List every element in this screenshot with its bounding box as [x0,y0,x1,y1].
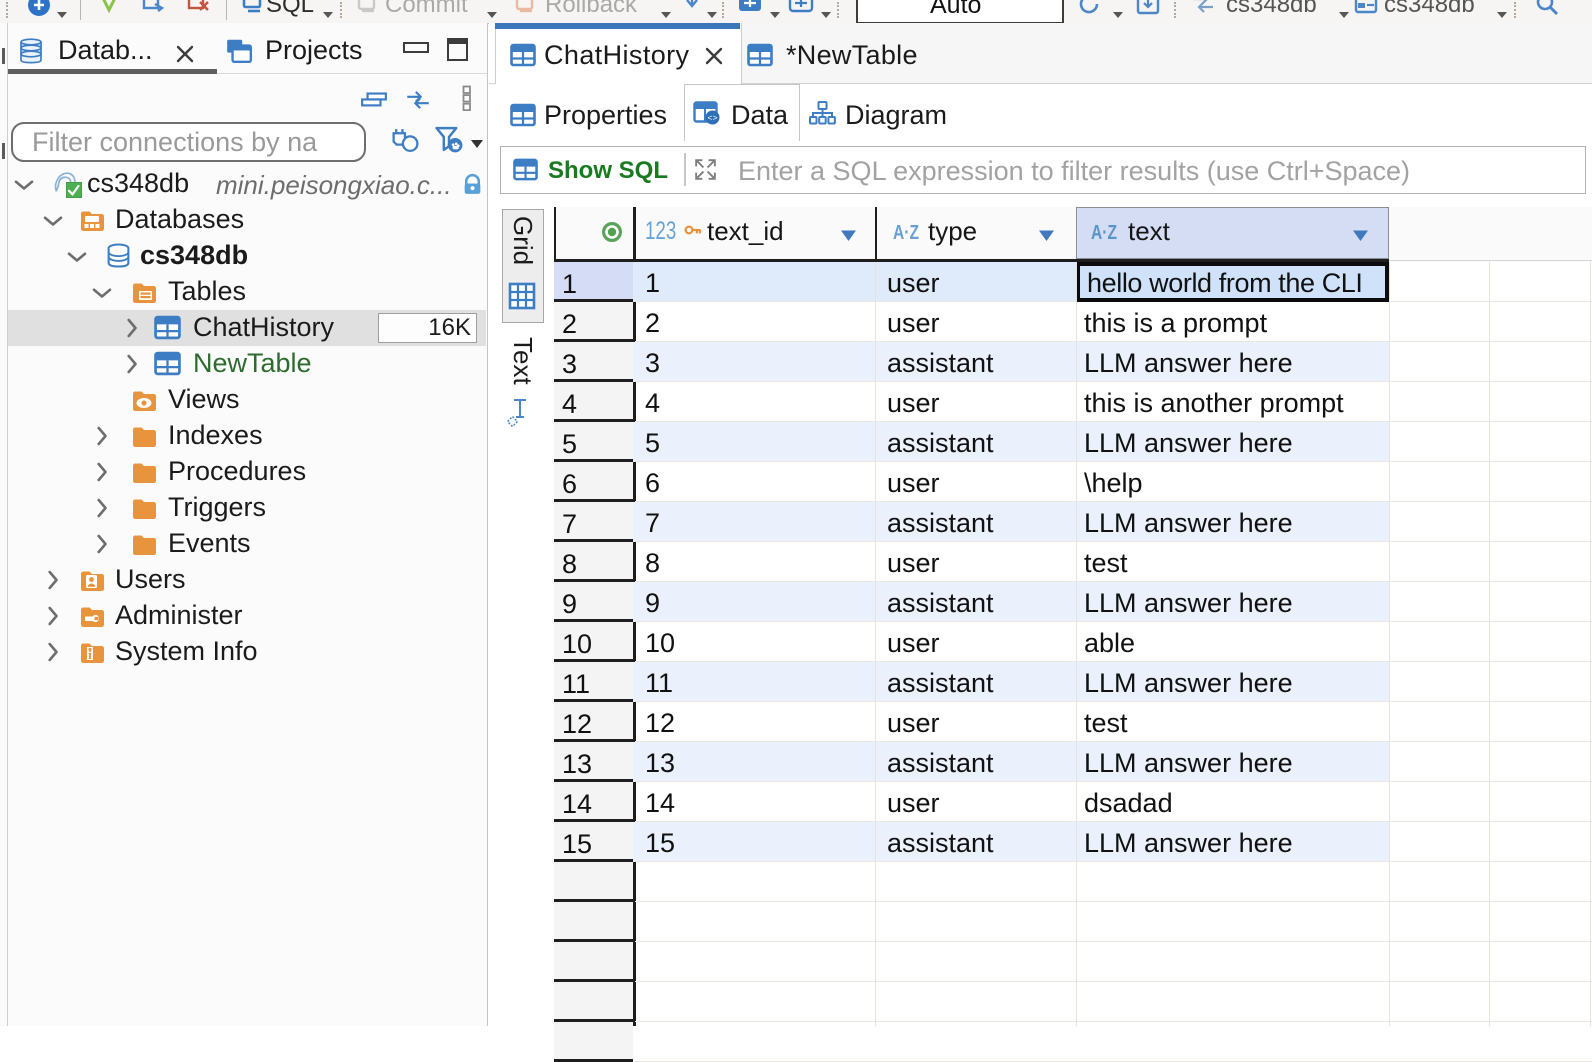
svg-text:<>: <> [707,113,717,123]
